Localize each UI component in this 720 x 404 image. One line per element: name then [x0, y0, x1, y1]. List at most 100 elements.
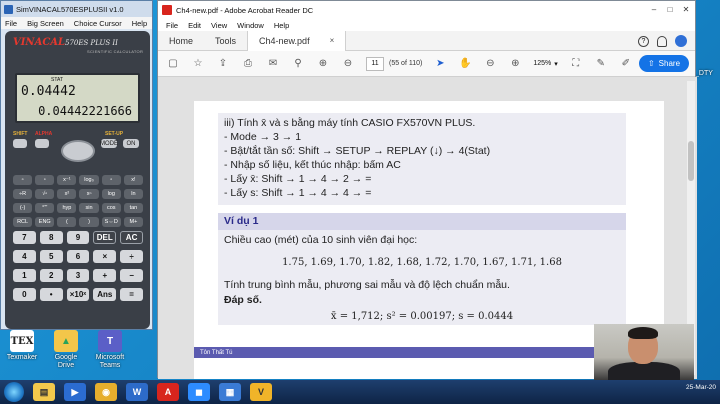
menu-help[interactable]: Help	[274, 21, 289, 30]
fn-key[interactable]: x⁻¹	[57, 175, 77, 185]
calc-menu-choice-cursor[interactable]: Choice Cursor	[74, 19, 122, 28]
key-multiply[interactable]: ×	[93, 250, 117, 263]
on-key[interactable]: ON	[123, 139, 139, 148]
fn-key[interactable]: √▫	[35, 189, 55, 199]
fn-key[interactable]: ln	[123, 189, 143, 199]
fit-page-icon[interactable]: ⛶	[569, 57, 583, 71]
email-icon[interactable]: ✉	[266, 57, 280, 71]
zoom-in-icon[interactable]: ⊕	[508, 57, 522, 71]
fn-key[interactable]: hyp	[57, 203, 77, 213]
scrollbar-thumb[interactable]	[688, 141, 694, 181]
notification-bell-icon[interactable]	[657, 35, 667, 47]
fn-key[interactable]: sin	[79, 203, 99, 213]
share-button[interactable]: ⇧ Share	[639, 55, 689, 72]
key-plus[interactable]: +	[93, 269, 117, 282]
zoom-dropdown[interactable]: 125% ▾	[533, 60, 557, 68]
tab-document[interactable]: Ch4-new.pdf ×	[247, 30, 347, 51]
fn-key[interactable]: ▫	[35, 175, 55, 185]
fn-key[interactable]: )	[79, 217, 99, 227]
menu-view[interactable]: View	[211, 21, 227, 30]
calculator-taskbar-icon[interactable]: ▦	[219, 383, 241, 401]
start-button[interactable]	[4, 382, 24, 402]
print-icon[interactable]: ⎙	[241, 57, 255, 71]
key-9[interactable]: 9	[66, 231, 90, 244]
fn-key[interactable]: x²	[57, 189, 77, 199]
tab-home[interactable]: Home	[158, 31, 204, 51]
tab-tools[interactable]: Tools	[204, 31, 247, 51]
bookmark-star-icon[interactable]: ☆	[191, 57, 205, 71]
fn-key[interactable]: °'"	[35, 203, 55, 213]
fn-key[interactable]: x▫	[79, 189, 99, 199]
fn-key[interactable]: log₀	[79, 175, 99, 185]
comment-icon[interactable]: ✎	[594, 57, 608, 71]
key-0[interactable]: 0	[13, 288, 36, 301]
fn-key[interactable]: S⇔D	[101, 217, 121, 227]
key-7[interactable]: 7	[13, 231, 36, 244]
key-1[interactable]: 1	[13, 269, 36, 282]
fn-key[interactable]: log	[101, 189, 121, 199]
calculator-window[interactable]: SimVINACAL570ESPLUSII v1.0 File Big Scre…	[0, 0, 153, 330]
fn-key[interactable]: x!	[123, 175, 143, 185]
key-ans[interactable]: Ans	[93, 288, 117, 301]
chrome-icon[interactable]: ◉	[95, 383, 117, 401]
menu-edit[interactable]: Edit	[188, 21, 201, 30]
fn-key[interactable]: (-)	[13, 203, 33, 213]
acrobat-icon[interactable]: A	[157, 383, 179, 401]
desktop-icon-teams[interactable]: T Microsoft Teams	[92, 330, 128, 370]
page-down-icon[interactable]: ⊖	[341, 57, 355, 71]
key-8[interactable]: 8	[39, 231, 63, 244]
highlight-icon[interactable]: ✐	[619, 57, 633, 71]
sign-in-icon[interactable]	[675, 35, 687, 47]
key-divide[interactable]: ÷	[120, 250, 143, 263]
close-icon[interactable]: ✕	[679, 3, 693, 15]
mode-key[interactable]: MODE	[100, 139, 118, 148]
page-number-input[interactable]: 11	[366, 56, 384, 71]
key-6[interactable]: 6	[66, 250, 90, 263]
maximize-icon[interactable]: □	[663, 3, 677, 15]
fn-key[interactable]: ENG	[35, 217, 55, 227]
key-minus[interactable]: −	[120, 269, 143, 282]
key-ac[interactable]: AC	[120, 231, 143, 244]
help-icon[interactable]: ?	[638, 35, 649, 47]
word-icon[interactable]: W	[126, 383, 148, 401]
key-exp10[interactable]: ×10ˣ	[66, 288, 90, 301]
key-5[interactable]: 5	[39, 250, 63, 263]
desktop-strip-label[interactable]: _DTY	[695, 70, 720, 77]
tab-close-icon[interactable]: ×	[330, 36, 335, 45]
fn-key[interactable]: tan	[123, 203, 143, 213]
key-decimal[interactable]: •	[39, 288, 63, 301]
calc-menu-big-screen[interactable]: Big Screen	[27, 19, 64, 28]
key-2[interactable]: 2	[39, 269, 63, 282]
fn-key[interactable]: M+	[123, 217, 143, 227]
fn-key[interactable]: cos	[101, 203, 121, 213]
key-4[interactable]: 4	[13, 250, 36, 263]
fn-key[interactable]: ÷R	[13, 189, 33, 199]
menu-file[interactable]: File	[166, 21, 178, 30]
menu-window[interactable]: Window	[237, 21, 264, 30]
fn-key[interactable]: ▫	[13, 175, 33, 185]
calculator-titlebar[interactable]: SimVINACAL570ESPLUSII v1.0	[1, 1, 152, 17]
replay-dpad[interactable]	[61, 140, 95, 162]
key-3[interactable]: 3	[66, 269, 90, 282]
shift-key[interactable]	[13, 139, 27, 148]
file-explorer-icon[interactable]: ▤	[33, 383, 55, 401]
fn-key[interactable]: (	[57, 217, 77, 227]
fn-key[interactable]: ▫	[101, 175, 121, 185]
desktop-icon-google-drive[interactable]: ▲ Google Drive	[48, 330, 84, 370]
search-icon[interactable]: ⚲	[291, 57, 305, 71]
page-up-icon[interactable]: ⊕	[316, 57, 330, 71]
select-cursor-icon[interactable]: ➤	[433, 57, 447, 71]
calc-menu-file[interactable]: File	[5, 19, 17, 28]
hand-tool-icon[interactable]: ✋	[458, 57, 472, 71]
fn-key[interactable]: RCL	[13, 217, 33, 227]
minimize-icon[interactable]: –	[647, 3, 661, 15]
upload-icon[interactable]: ⇪	[216, 57, 230, 71]
key-del[interactable]: DEL	[93, 231, 117, 244]
system-clock[interactable]: 25-Mar-20	[686, 383, 716, 392]
vinacal-taskbar-icon[interactable]: V	[250, 383, 272, 401]
key-equals[interactable]: =	[120, 288, 143, 301]
zoom-out-icon[interactable]: ⊖	[483, 57, 497, 71]
media-player-icon[interactable]: ▶	[64, 383, 86, 401]
save-icon[interactable]: ▢	[166, 57, 180, 71]
alpha-key[interactable]	[35, 139, 49, 148]
